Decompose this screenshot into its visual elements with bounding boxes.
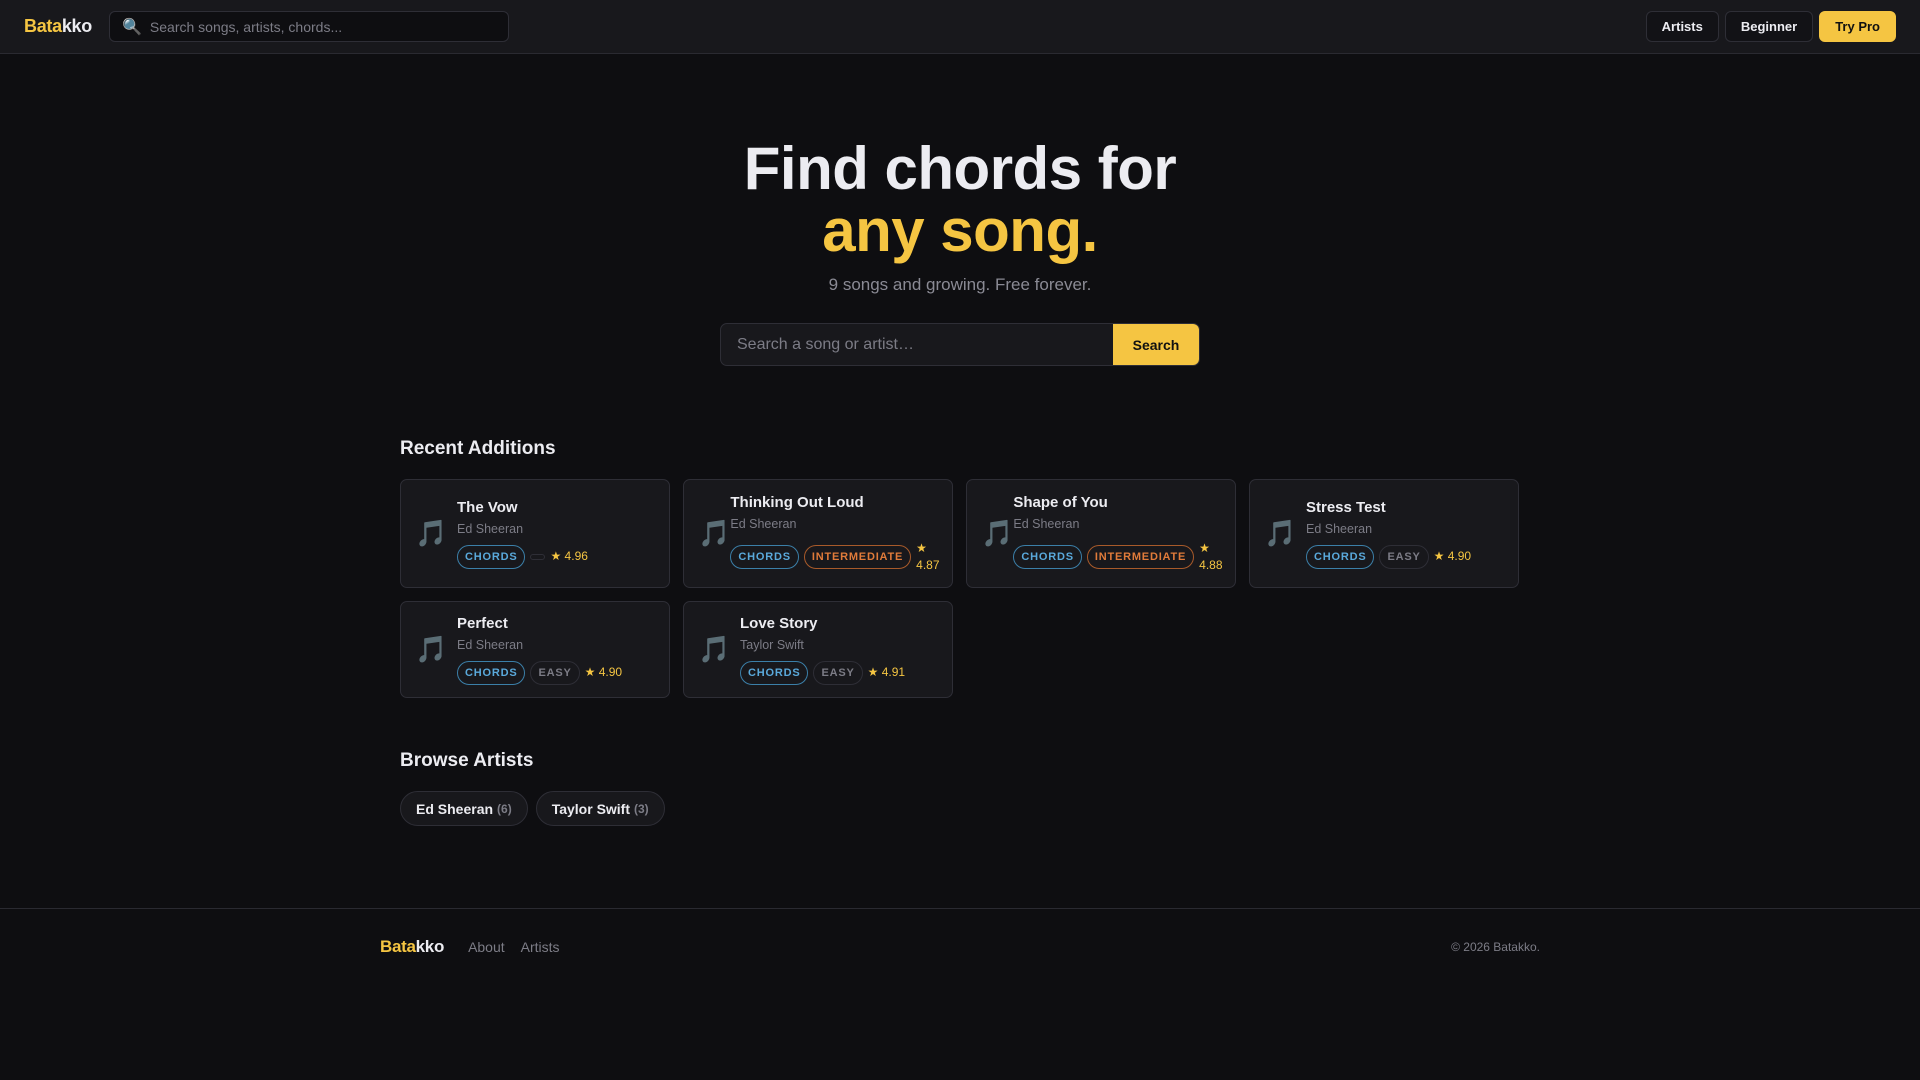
song-title: Thinking Out Loud — [730, 493, 864, 511]
song-artist: Ed Sheeran — [1013, 516, 1080, 531]
rating: ★ 4.91 — [867, 665, 906, 679]
browse-artists: Browse Artists Ed Sheeran (6) Taylor Swif… — [400, 750, 1520, 826]
type-badge: CHORDS — [457, 660, 526, 685]
song-card[interactable]: 🎵 Perfect Ed Sheeran CHORDS EASY ★ 4.90 — [400, 601, 670, 698]
song-artist: Ed Sheeran — [730, 516, 797, 531]
type-badge: CHORDS — [740, 660, 809, 685]
music-note-icon: 🎵 — [698, 518, 731, 548]
top-nav: Batakko 🔍 Artists Beginner Try Pro — [0, 0, 1920, 54]
copyright: © 2026 Batakko. — [1451, 940, 1540, 954]
footer-link-about[interactable]: About — [468, 939, 505, 955]
rating: ★ 4.90 — [584, 665, 623, 679]
footer-logo[interactable]: Batakko — [380, 937, 444, 957]
beginner-button[interactable]: Beginner — [1724, 11, 1814, 42]
hero-search: Search — [720, 323, 1200, 366]
difficulty-badge: INTERMEDIATE — [1086, 544, 1195, 569]
rating: ★ 4.88 — [1199, 540, 1223, 572]
difficulty-badge: INTERMEDIATE — [803, 544, 912, 569]
type-badge: CHORDS — [1306, 544, 1375, 569]
hero-subtitle: 9 songs and growing. Free forever. — [828, 275, 1092, 294]
artist-chip-taylor-swift[interactable]: Taylor Swift (3) — [535, 791, 665, 826]
song-card[interactable]: 🎵 Shape of You Ed Sheeran CHORDS INTERME… — [966, 479, 1236, 588]
hero-title: Find chords for any song. — [743, 135, 1177, 264]
try-pro-button[interactable]: Try Pro — [1819, 11, 1896, 42]
music-note-icon: 🎵 — [415, 634, 448, 664]
rating: ★ 4.96 — [550, 549, 588, 563]
section-heading: Recent Additions — [400, 438, 556, 459]
hero-search-input[interactable] — [721, 324, 1113, 365]
search-icon: 🔍 — [122, 18, 142, 36]
song-artist: Ed Sheeran — [457, 521, 524, 536]
song-title: Perfect — [457, 614, 508, 632]
song-title: Stress Test — [1306, 498, 1386, 516]
music-note-icon: 🎵 — [415, 518, 448, 548]
rating: ★ 4.90 — [1433, 549, 1472, 563]
song-card[interactable]: 🎵 Stress Test Ed Sheeran CHORDS EASY ★ 4… — [1249, 479, 1519, 588]
song-card[interactable]: 🎵 The Vow Ed Sheeran CHORDS ★ 4.96 — [400, 479, 670, 588]
song-title: Love Story — [740, 614, 818, 632]
section-heading: Browse Artists — [400, 750, 534, 771]
header-search[interactable]: 🔍 — [109, 11, 509, 42]
footer: Batakko About Artists © 2026 Batakko. — [0, 908, 1920, 957]
logo[interactable]: Batakko — [24, 16, 92, 37]
difficulty-badge: EASY — [813, 660, 863, 685]
song-card[interactable]: 🎵 Love Story Taylor Swift CHORDS EASY ★ … — [683, 601, 953, 698]
music-note-icon: 🎵 — [698, 634, 731, 664]
song-artist: Ed Sheeran — [457, 637, 524, 652]
song-artist: Taylor Swift — [740, 637, 804, 652]
difficulty-badge — [530, 553, 546, 560]
difficulty-badge: EASY — [530, 660, 580, 685]
song-card[interactable]: 🎵 Thinking Out Loud Ed Sheeran CHORDS IN… — [683, 479, 953, 588]
recent-additions: Recent Additions 🎵 The Vow Ed Sheeran CH… — [400, 438, 1520, 698]
type-badge: CHORDS — [457, 544, 526, 569]
hero: Find chords for any song. 9 songs and gro… — [0, 54, 1920, 366]
song-title: Shape of You — [1013, 493, 1108, 511]
header-search-input[interactable] — [149, 18, 490, 35]
music-note-icon: 🎵 — [981, 518, 1014, 548]
song-artist: Ed Sheeran — [1306, 521, 1373, 536]
rating: ★ 4.87 — [916, 540, 940, 572]
type-badge: CHORDS — [1013, 544, 1082, 569]
search-button[interactable]: Search — [1113, 324, 1199, 365]
song-title: The Vow — [457, 498, 518, 516]
footer-link-artists[interactable]: Artists — [521, 939, 560, 955]
artist-chip-ed-sheeran[interactable]: Ed Sheeran (6) — [400, 791, 528, 826]
type-badge: CHORDS — [730, 544, 799, 569]
music-note-icon: 🎵 — [1264, 518, 1297, 548]
artists-button[interactable]: Artists — [1645, 11, 1719, 42]
difficulty-badge: EASY — [1379, 544, 1429, 569]
